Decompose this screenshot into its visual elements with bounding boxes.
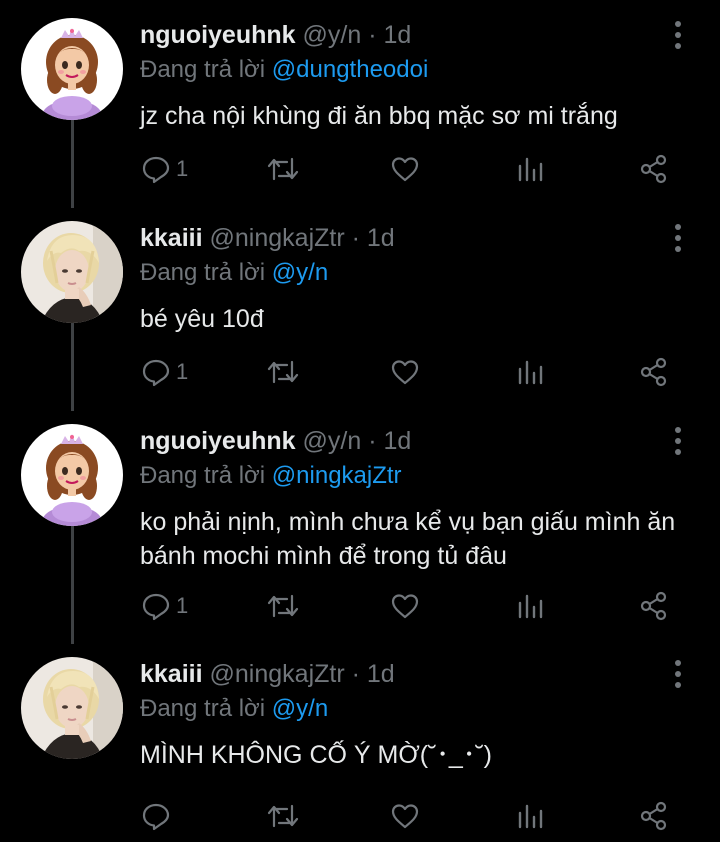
- replying-prefix: Đang trả lời: [140, 462, 266, 489]
- avatar[interactable]: [21, 221, 123, 323]
- heart-icon: [391, 157, 419, 182]
- tweet-text: bé yêu 10đ: [140, 305, 264, 333]
- more-options-icon[interactable]: [668, 424, 688, 458]
- reply-count: 1: [176, 593, 189, 618]
- handle[interactable]: @ningkajZtr: [210, 660, 345, 688]
- heart-icon: [391, 360, 419, 385]
- princess-avatar-icon: [21, 18, 123, 120]
- analytics-button[interactable]: [516, 796, 544, 836]
- tweet-text: ko phải nịnh, mình chưa kể vụ bạn giấu m…: [140, 508, 676, 570]
- analytics-button[interactable]: [516, 586, 544, 626]
- avatar[interactable]: [21, 657, 123, 759]
- reply-button[interactable]: 1: [140, 586, 188, 626]
- action-bar: 1: [140, 586, 700, 626]
- reply-button[interactable]: [140, 796, 176, 836]
- heart-icon: [391, 804, 419, 829]
- share-button[interactable]: [638, 796, 670, 836]
- thread-line: [71, 323, 74, 411]
- retweet-button[interactable]: [265, 586, 301, 626]
- heart-icon: [391, 594, 419, 619]
- replying-to: Đang trả lời @dungtheodoi: [140, 55, 428, 85]
- display-name[interactable]: kkaiii: [140, 660, 203, 688]
- timestamp[interactable]: · 1d: [352, 224, 395, 252]
- more-options-icon[interactable]: [668, 657, 688, 691]
- action-bar: 1: [140, 352, 700, 392]
- like-button[interactable]: [389, 796, 421, 836]
- more-options-icon[interactable]: [668, 18, 688, 52]
- avatar[interactable]: [21, 424, 123, 526]
- reply-count: 1: [176, 156, 189, 181]
- mention-link[interactable]: @y/n: [272, 259, 328, 286]
- handle[interactable]: @ningkajZtr: [210, 224, 345, 252]
- share-icon: [640, 357, 667, 387]
- share-button[interactable]: [638, 352, 670, 392]
- reply-icon: [142, 156, 170, 184]
- share-button[interactable]: [638, 149, 670, 189]
- retweet-button[interactable]: [265, 149, 301, 189]
- share-icon: [640, 154, 667, 184]
- share-icon: [640, 801, 667, 831]
- princess-avatar-icon: [21, 424, 123, 526]
- blonde-person-avatar-icon: [21, 657, 123, 759]
- reply-button[interactable]: 1: [140, 352, 188, 392]
- like-button[interactable]: [389, 352, 421, 392]
- replying-prefix: Đang trả lời: [140, 695, 266, 722]
- handle[interactable]: @y/n: [303, 21, 362, 49]
- handle[interactable]: @y/n: [303, 427, 362, 455]
- retweet-button[interactable]: [265, 352, 301, 392]
- reply-button[interactable]: 1: [140, 149, 188, 189]
- replying-to: Đang trả lời @y/n: [140, 694, 328, 724]
- tweet-text: jz cha nội khùng đi ăn bbq mặc sơ mi trắ…: [140, 102, 618, 130]
- avatar[interactable]: [21, 18, 123, 120]
- action-bar: 1: [140, 149, 700, 189]
- display-name[interactable]: nguoiyeuhnk: [140, 21, 296, 49]
- analytics-icon: [518, 594, 543, 619]
- like-button[interactable]: [389, 586, 421, 626]
- mention-link[interactable]: @ningkajZtr: [272, 462, 402, 489]
- reply-icon: [142, 803, 170, 831]
- reply-icon: [142, 593, 170, 621]
- thread-line: [71, 120, 74, 208]
- like-button[interactable]: [389, 149, 421, 189]
- action-bar: [140, 796, 700, 836]
- replying-to: Đang trả lời @y/n: [140, 258, 328, 288]
- more-options-icon[interactable]: [668, 221, 688, 255]
- analytics-button[interactable]: [516, 352, 544, 392]
- share-icon: [640, 591, 667, 621]
- tweet-text: MÌNH KHÔNG CỐ Ý MỜ(˘･_･˘): [140, 741, 492, 769]
- share-button[interactable]: [638, 586, 670, 626]
- retweet-icon: [267, 804, 299, 828]
- timestamp[interactable]: · 1d: [368, 427, 411, 455]
- replying-prefix: Đang trả lời: [140, 259, 266, 286]
- blonde-person-avatar-icon: [21, 221, 123, 323]
- tweet-header: kkaiii @ningkajZtr · 1d: [140, 659, 395, 689]
- replying-prefix: Đang trả lời: [140, 56, 266, 83]
- mention-link[interactable]: @dungtheodoi: [272, 56, 429, 83]
- tweet-header: kkaiii @ningkajZtr · 1d: [140, 223, 395, 253]
- analytics-icon: [518, 360, 543, 385]
- timestamp[interactable]: · 1d: [352, 660, 395, 688]
- reply-count: 1: [176, 359, 189, 384]
- retweet-button[interactable]: [265, 796, 301, 836]
- analytics-icon: [518, 804, 543, 829]
- retweet-icon: [267, 157, 299, 181]
- analytics-button[interactable]: [516, 149, 544, 189]
- thread-line: [71, 526, 74, 644]
- tweet-header: nguoiyeuhnk @y/n · 1d: [140, 426, 411, 456]
- tweet-header: nguoiyeuhnk @y/n · 1d: [140, 20, 411, 50]
- replying-to: Đang trả lời @ningkajZtr: [140, 461, 402, 491]
- analytics-icon: [518, 157, 543, 182]
- display-name[interactable]: kkaiii: [140, 224, 203, 252]
- mention-link[interactable]: @y/n: [272, 695, 328, 722]
- timestamp[interactable]: · 1d: [368, 21, 411, 49]
- display-name[interactable]: nguoiyeuhnk: [140, 427, 296, 455]
- reply-icon: [142, 359, 170, 387]
- retweet-icon: [267, 360, 299, 384]
- retweet-icon: [267, 594, 299, 618]
